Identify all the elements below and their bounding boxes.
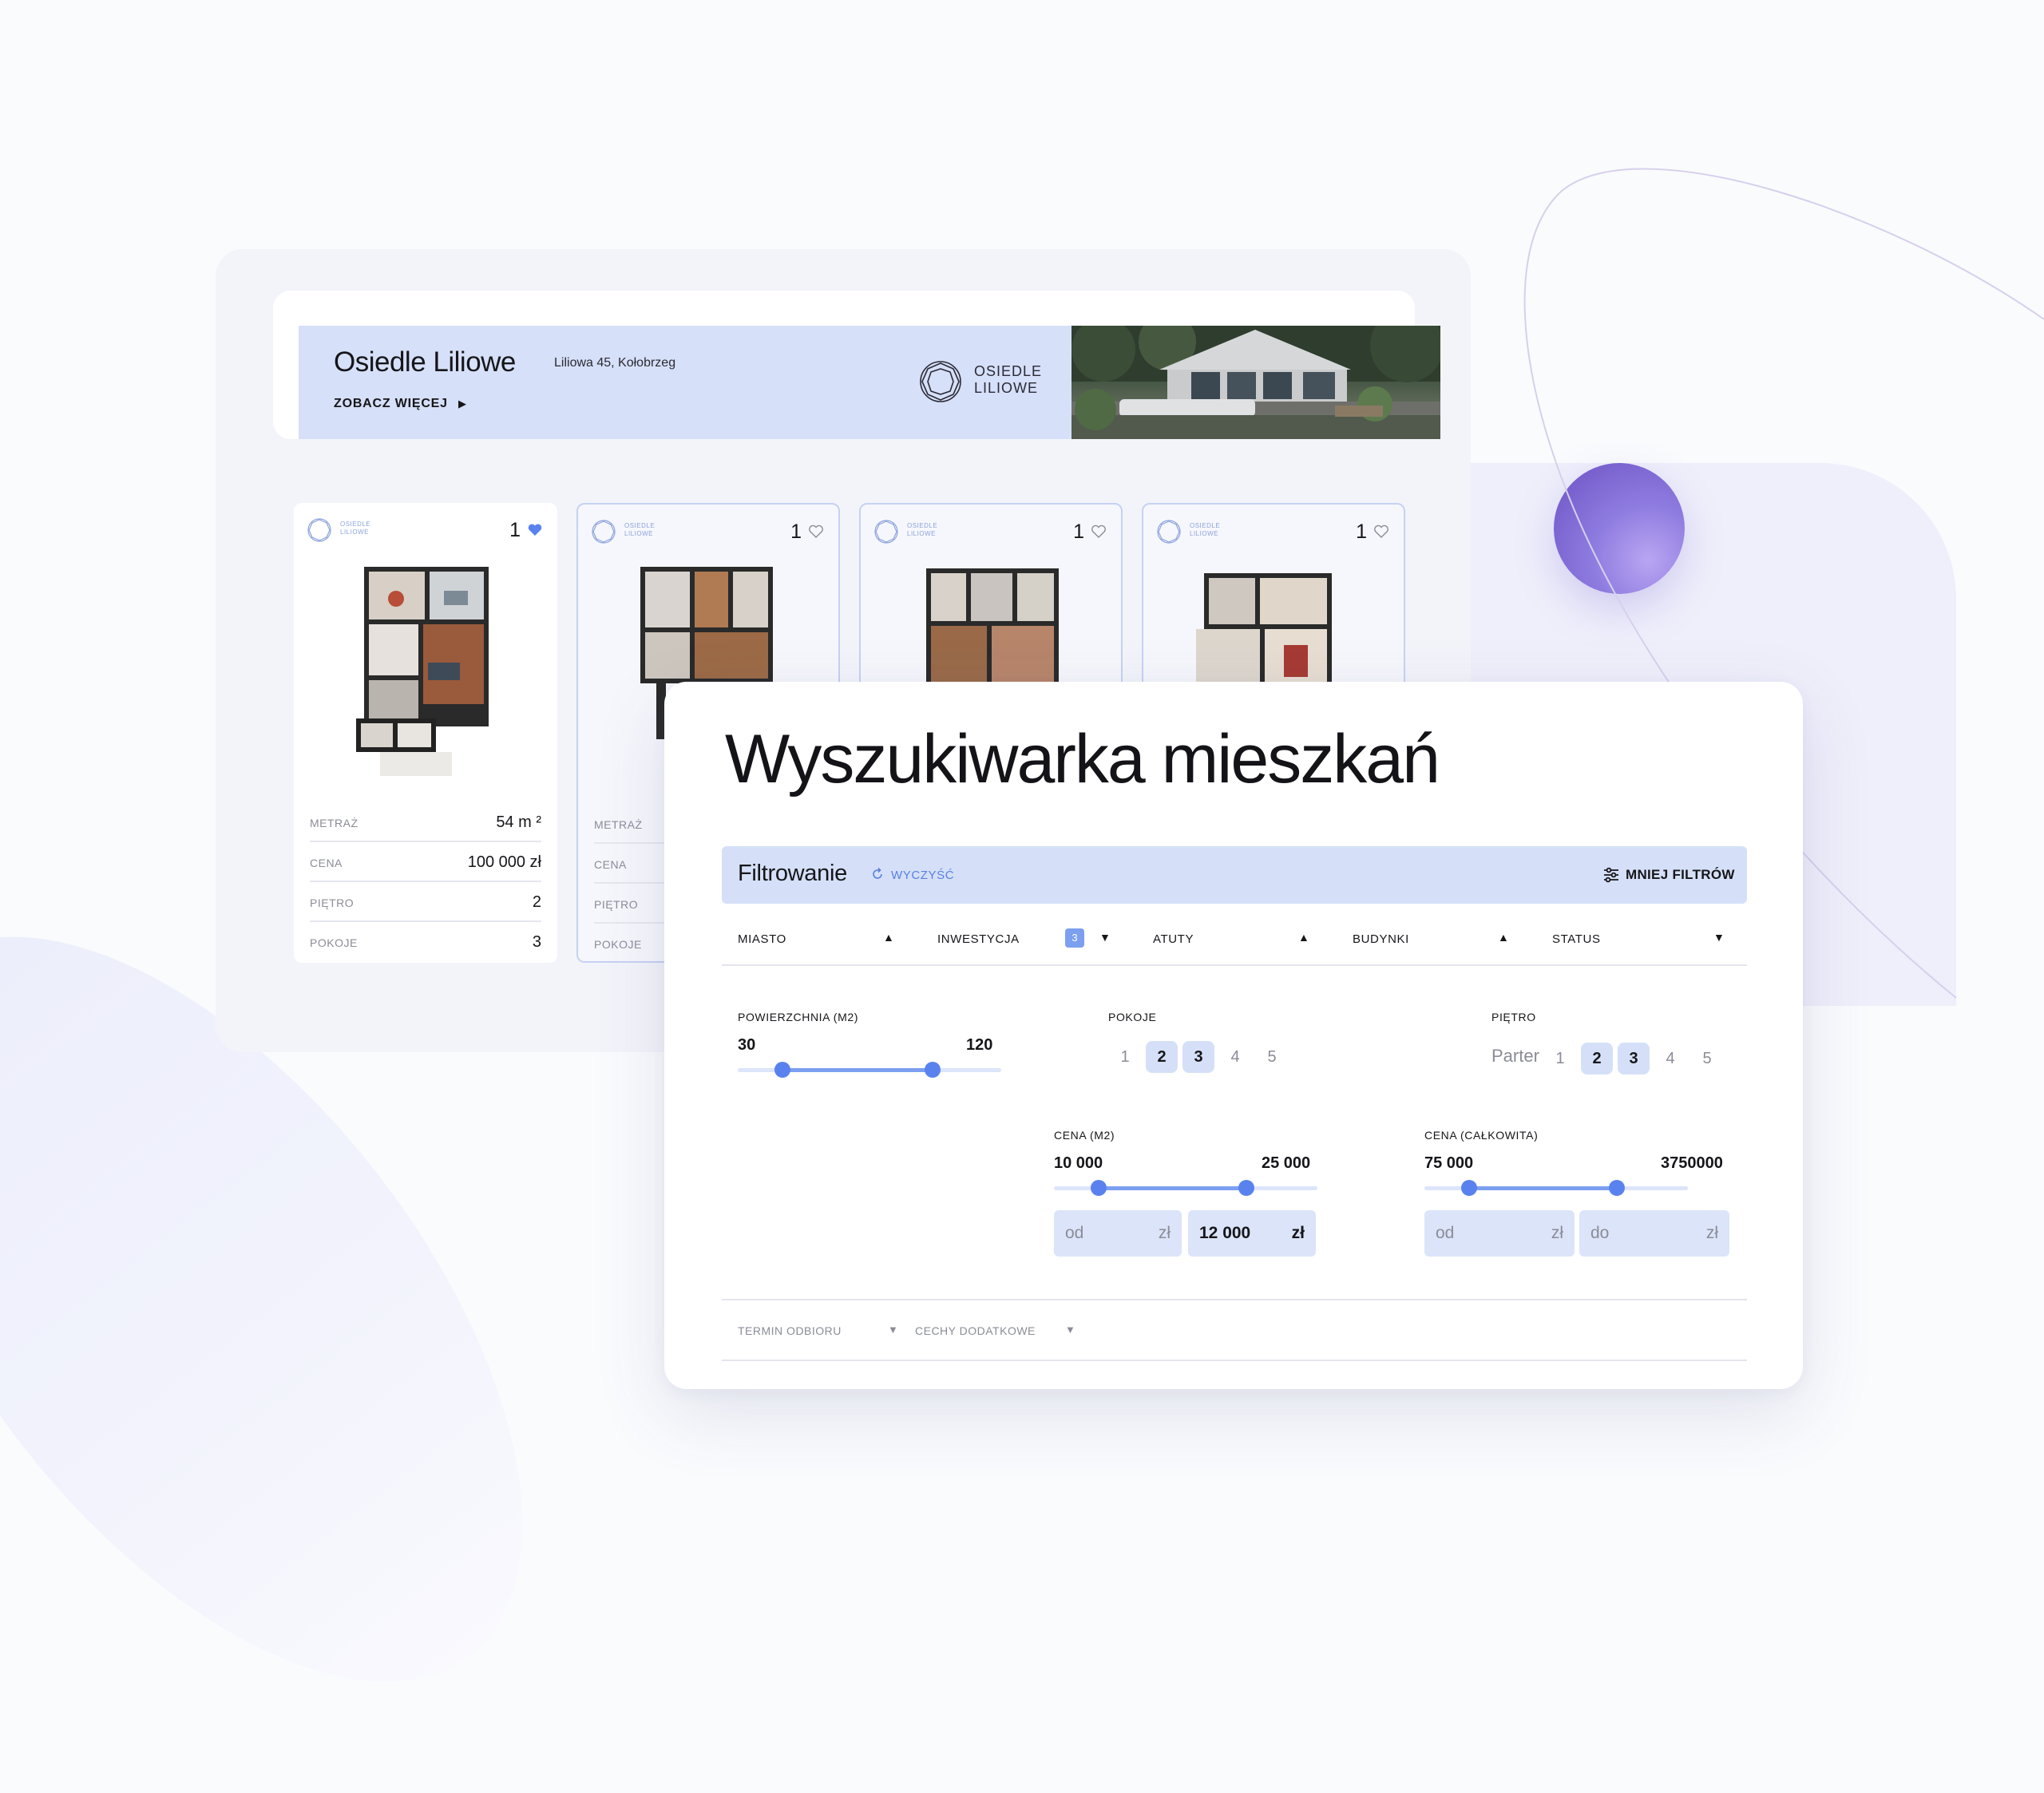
slider-thumb-min[interactable] <box>774 1062 791 1078</box>
price-m2-to-input[interactable]: 12 000 zł <box>1188 1210 1316 1257</box>
room-option[interactable]: 1 <box>1109 1041 1141 1073</box>
price-m2-max-value: 25 000 <box>1262 1154 1311 1172</box>
slider-thumb-min[interactable] <box>1461 1180 1478 1196</box>
divider <box>722 964 1747 966</box>
card-logo-text: OSIEDLE LILIOWE <box>1190 522 1221 537</box>
see-more-link[interactable]: ZOBACZ WIĘCEJ <box>334 397 448 411</box>
floor-label: PIĘTRO <box>1491 1011 1536 1023</box>
favorite-count: 1 <box>509 519 521 541</box>
card-row-price: CENA 100 000 zł <box>310 842 541 882</box>
caret-up-icon[interactable]: ▲ <box>1498 931 1509 944</box>
price-total-min-value: 75 000 <box>1424 1154 1474 1172</box>
house-photo <box>1072 326 1440 439</box>
banner-title: Osiedle Liliowe <box>334 346 516 378</box>
slider-fill <box>782 1068 933 1072</box>
divider <box>722 1360 1747 1361</box>
price-total-label: CENA (CAŁKOWITA) <box>1424 1129 1539 1142</box>
caret-up-icon[interactable]: ▲ <box>883 931 894 944</box>
favorite-count: 1 <box>1073 520 1084 543</box>
sliders-icon[interactable] <box>1602 865 1621 885</box>
slider-thumb-min[interactable] <box>1091 1180 1107 1196</box>
price-m2-min-value: 10 000 <box>1054 1154 1103 1172</box>
rooms-label: POKOJE <box>1108 1011 1157 1023</box>
floor-option[interactable]: 1 <box>1544 1043 1576 1075</box>
apartment-card[interactable]: OSIEDLE LILIOWE 1 METRAŻ 54 m ² CENA 100 00… <box>294 503 557 963</box>
investment-logo-icon <box>307 518 331 542</box>
heart-outline-icon[interactable] <box>808 524 824 540</box>
investment-logo-icon <box>592 520 616 544</box>
selected-count-badge: 3 <box>1065 928 1084 948</box>
area-slider[interactable] <box>738 1062 1001 1078</box>
card-row-floor: PIĘTRO 2 <box>310 882 541 922</box>
floor-option[interactable]: 5 <box>1691 1043 1723 1075</box>
price-m2-label: CENA (M2) <box>1054 1129 1115 1142</box>
floor-plan-image <box>1196 573 1332 693</box>
slider-thumb-max[interactable] <box>1238 1180 1254 1196</box>
caret-down-icon[interactable]: ▼ <box>1713 931 1725 944</box>
refresh-icon[interactable] <box>870 867 885 881</box>
card-logo-text: OSIEDLE LILIOWE <box>624 522 656 537</box>
area-max-value: 120 <box>966 1036 993 1054</box>
price-total-from-input[interactable]: od zł <box>1424 1210 1575 1257</box>
card-row-rooms: POKOJE 3 <box>310 933 541 951</box>
floor-plan-image <box>926 568 1059 693</box>
investment-logo-icon <box>920 361 961 402</box>
price-m2-from-input[interactable]: od zł <box>1054 1210 1182 1257</box>
caret-up-icon[interactable]: ▲ <box>1298 931 1309 944</box>
room-option[interactable]: 4 <box>1219 1041 1251 1073</box>
room-option-selected[interactable]: 2 <box>1146 1041 1178 1073</box>
room-option[interactable]: 5 <box>1256 1041 1288 1073</box>
card-logo-text: OSIEDLE LILIOWE <box>340 520 371 536</box>
slider-fill <box>1469 1186 1617 1190</box>
price-total-max-value: 3750000 <box>1661 1154 1723 1172</box>
heart-filled-icon[interactable] <box>527 522 543 538</box>
page-title: Wyszukiwarka mieszkań <box>725 721 1440 798</box>
banner-address: Liliowa 45, Kołobrzeg <box>554 356 676 370</box>
caret-down-icon[interactable]: ▼ <box>1065 1324 1075 1336</box>
banner-logo-text: OSIEDLE LILIOWE <box>974 363 1043 396</box>
delivery-date-dropdown[interactable]: TERMIN ODBIORU <box>738 1324 842 1337</box>
floor-option-selected[interactable]: 3 <box>1618 1043 1650 1075</box>
favorite-count: 1 <box>790 520 802 543</box>
slider-fill <box>1099 1186 1246 1190</box>
caret-down-icon[interactable]: ▼ <box>1099 931 1111 944</box>
favorite-count: 1 <box>1356 520 1367 543</box>
investment-logo-icon <box>874 520 898 544</box>
play-arrow-icon[interactable]: ▶ <box>458 398 466 410</box>
divider <box>722 1299 1747 1300</box>
area-label: POWIERZCHNIA (M2) <box>738 1011 858 1023</box>
features-dropdown[interactable]: ATUTY <box>1153 932 1194 946</box>
decorative-orb <box>1554 463 1685 594</box>
filter-title: Filtrowanie <box>738 861 847 886</box>
clear-filters-button[interactable]: WYCZYŚĆ <box>891 869 954 882</box>
city-dropdown[interactable]: MIASTO <box>738 932 786 946</box>
floor-plan-image <box>356 567 489 776</box>
buildings-dropdown[interactable]: BUDYNKI <box>1353 932 1409 946</box>
floor-option[interactable]: 4 <box>1654 1043 1686 1075</box>
investment-dropdown[interactable]: INWESTYCJA <box>937 932 1020 946</box>
status-dropdown[interactable]: STATUS <box>1552 932 1601 946</box>
floor-option-ground[interactable]: Parter <box>1491 1046 1539 1067</box>
card-row-area: METRAŻ 54 m ² <box>310 802 541 842</box>
price-total-slider[interactable] <box>1424 1180 1688 1196</box>
heart-outline-icon[interactable] <box>1373 524 1389 540</box>
extra-features-dropdown[interactable]: CECHY DODATKOWE <box>915 1324 1036 1337</box>
area-min-value: 30 <box>738 1036 756 1054</box>
heart-outline-icon[interactable] <box>1091 524 1107 540</box>
room-option-selected[interactable]: 3 <box>1182 1041 1214 1073</box>
less-filters-button[interactable]: MNIEJ FILTRÓW <box>1626 867 1735 883</box>
apartment-card[interactable]: OSIEDLE LILIOWE 1 <box>859 503 1123 695</box>
investment-logo-icon <box>1157 520 1181 544</box>
price-m2-slider[interactable] <box>1054 1180 1317 1196</box>
card-details: METRAŻ 54 m ² CENA 100 000 zł PIĘTRO 2 POKO… <box>310 802 541 962</box>
caret-down-icon[interactable]: ▼ <box>888 1324 898 1336</box>
apartment-card[interactable]: OSIEDLE LILIOWE 1 <box>1142 503 1405 695</box>
price-total-to-input[interactable]: do zł <box>1579 1210 1729 1257</box>
slider-thumb-max[interactable] <box>1608 1180 1625 1196</box>
card-logo-text: OSIEDLE LILIOWE <box>907 522 938 537</box>
floor-option-selected[interactable]: 2 <box>1581 1043 1613 1075</box>
